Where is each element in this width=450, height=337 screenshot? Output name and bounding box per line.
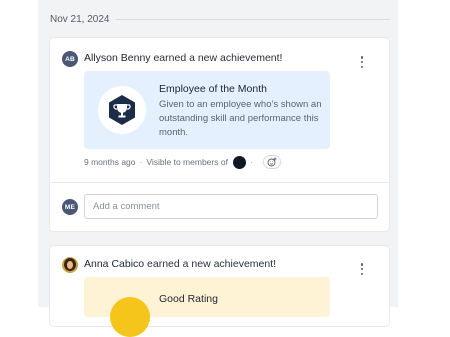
post-action: earned a new achievement! bbox=[150, 52, 283, 64]
achievement-description: Given to an employee who’s shown an outs… bbox=[159, 99, 322, 138]
avatar[interactable]: AB bbox=[62, 51, 78, 67]
achievement-badge bbox=[110, 297, 150, 337]
post-meta: 9 months ago · Visible to members of · bbox=[84, 154, 281, 170]
card-divider bbox=[50, 182, 389, 183]
achievement-title: Good Rating bbox=[159, 293, 218, 305]
achievement-post: AB Allyson Benny earned a new achievemen… bbox=[50, 38, 389, 231]
achievement-card: Employee of the Month Given to an employ… bbox=[84, 71, 330, 149]
meta-separator: · bbox=[249, 157, 253, 167]
activity-feed: Nov 21, 2024 AB Allyson Benny earned a n… bbox=[38, 0, 398, 337]
more-options-button[interactable] bbox=[357, 55, 367, 69]
more-options-button[interactable] bbox=[357, 262, 367, 276]
achievement-badge bbox=[98, 86, 146, 134]
achievement-card: Good Rating bbox=[84, 277, 330, 337]
meta-separator: · bbox=[139, 157, 143, 167]
author-name[interactable]: Allyson Benny bbox=[84, 52, 151, 64]
more-vertical-icon bbox=[360, 56, 364, 59]
more-vertical-icon bbox=[360, 263, 364, 266]
current-user-avatar: ME bbox=[62, 199, 78, 215]
avatar[interactable] bbox=[62, 257, 78, 273]
comment-input[interactable] bbox=[84, 194, 378, 219]
date-divider bbox=[115, 18, 390, 20]
visibility-text: Visible to members of bbox=[146, 157, 228, 167]
trophy-icon bbox=[109, 95, 135, 125]
group-logo[interactable] bbox=[232, 155, 246, 169]
post-headline: Anna Cabico earned a new achievement! bbox=[84, 258, 276, 270]
post-time: 9 months ago bbox=[84, 157, 136, 167]
achievement-title: Employee of the Month bbox=[159, 83, 267, 95]
date-separator: Nov 21, 2024 bbox=[50, 12, 390, 26]
add-reaction-button[interactable] bbox=[262, 155, 281, 169]
add-reaction-icon bbox=[267, 157, 277, 167]
post-headline: Allyson Benny earned a new achievement! bbox=[84, 52, 282, 64]
author-name[interactable]: Anna Cabico bbox=[84, 258, 144, 270]
date-label: Nov 21, 2024 bbox=[50, 13, 110, 25]
achievement-post: Anna Cabico earned a new achievement! Go… bbox=[50, 246, 389, 337]
post-action: earned a new achievement! bbox=[144, 258, 277, 270]
